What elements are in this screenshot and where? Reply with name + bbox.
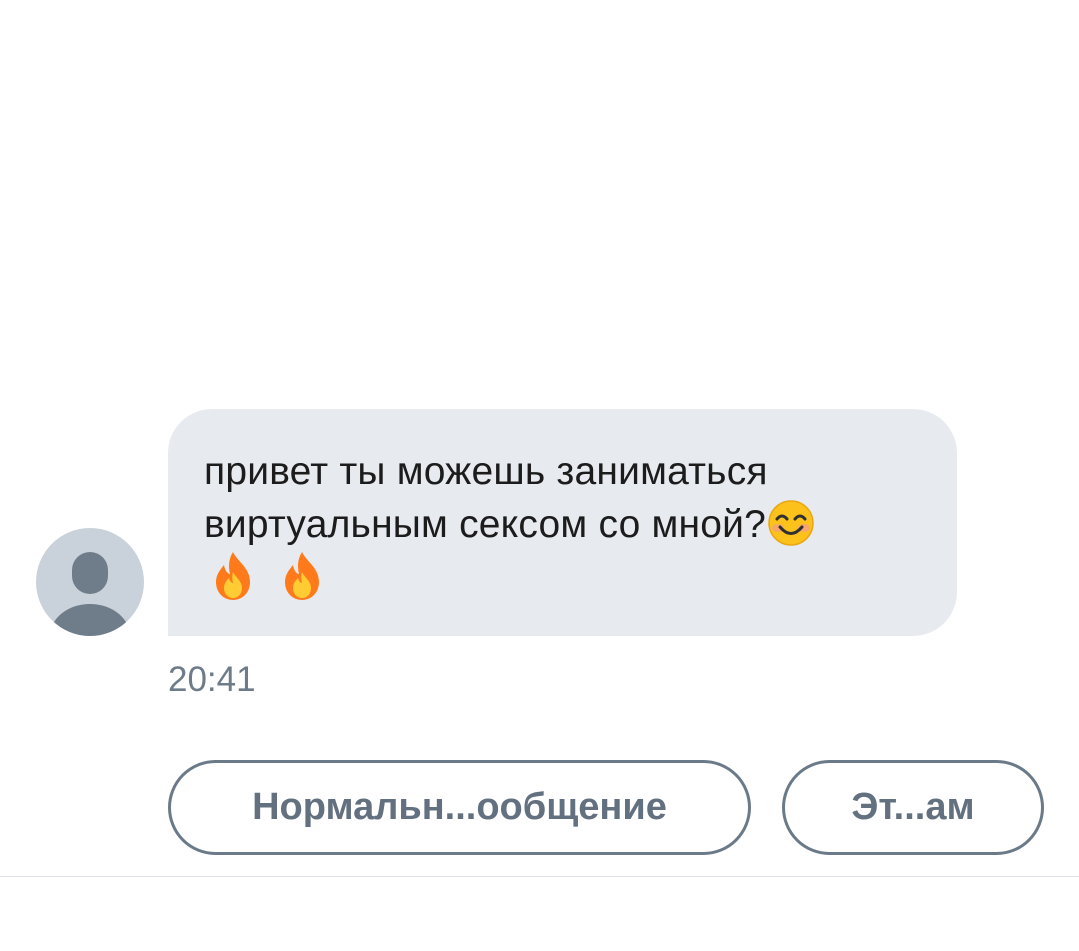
message-bubble: привет ты можешь заниматься виртуальным … [168,409,957,636]
quick-reply-button-2[interactable]: Эт...ам [782,760,1044,855]
divider [0,876,1079,877]
message-line-3 [204,552,917,607]
fire-emoji-icon [279,550,325,602]
avatar[interactable] [36,528,144,636]
default-user-icon [50,552,130,636]
message-timestamp: 20:41 [168,660,256,699]
message-line-2: виртуальным сексом со мной? [204,498,917,552]
message-line-2-text: виртуальным сексом со мной? [204,503,767,546]
message-text: привет ты можешь заниматься виртуальным … [204,445,917,606]
fire-emoji-icon [210,550,256,602]
smiling-face-emoji-icon [766,498,816,548]
quick-reply-button-1[interactable]: Нормальн...ообщение [168,760,751,855]
message-line-1: привет ты можешь заниматься [204,450,768,493]
